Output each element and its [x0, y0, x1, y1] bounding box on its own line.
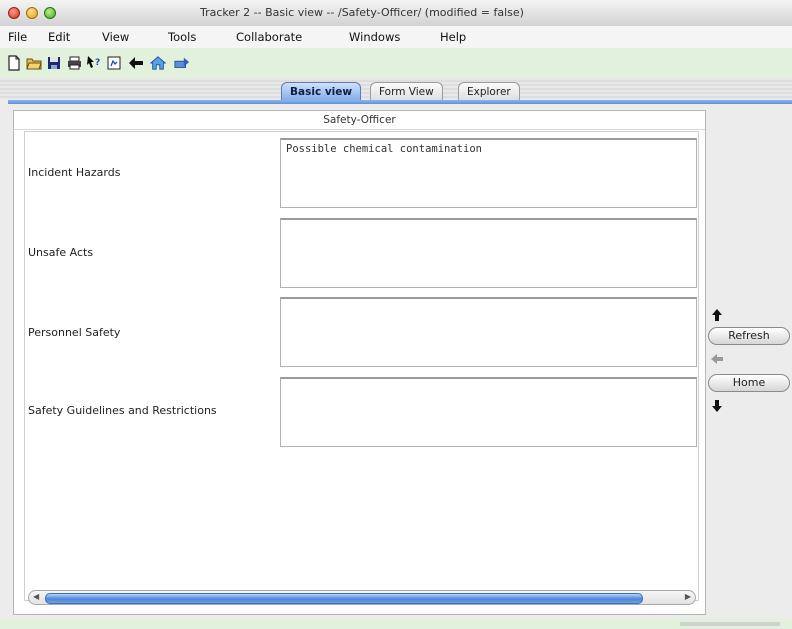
safety-guidelines-input[interactable]	[280, 377, 697, 447]
menu-collaborate[interactable]: Collaborate	[236, 30, 302, 44]
new-document-icon[interactable]	[6, 55, 22, 71]
horizontal-scrollbar[interactable]: ◀ ▶	[28, 590, 696, 605]
close-window-button[interactable]	[8, 7, 20, 19]
status-strip	[0, 619, 792, 629]
menu-windows[interactable]: Windows	[349, 30, 400, 44]
scroll-left-icon[interactable]: ◀	[33, 592, 39, 601]
minimize-window-button[interactable]	[26, 7, 38, 19]
forward-icon[interactable]	[174, 55, 190, 71]
menu-help[interactable]: Help	[440, 30, 466, 44]
field-label-unsafe-acts: Unsafe Acts	[28, 246, 94, 259]
incident-hazards-input[interactable]: Possible chemical contamination	[280, 138, 697, 208]
home-button[interactable]: Home	[708, 374, 790, 392]
field-label-incident-hazards: Incident Hazards	[28, 166, 121, 179]
arrow-up-icon[interactable]	[710, 308, 724, 322]
menu-edit[interactable]: Edit	[48, 30, 70, 44]
svg-text:?: ?	[95, 58, 100, 68]
open-folder-icon[interactable]	[26, 55, 42, 71]
field-label-safety-guidelines: Safety Guidelines and Restrictions	[28, 404, 217, 417]
tab-underline	[8, 100, 792, 104]
arrow-left-icon[interactable]	[710, 352, 724, 366]
arrow-down-icon[interactable]	[710, 399, 724, 413]
toolbar: ?	[0, 48, 792, 78]
scrollbar-thumb[interactable]	[45, 593, 643, 604]
tab-basic-view[interactable]: Basic view	[281, 82, 362, 102]
title-bar: Tracker 2 -- Basic view -- /Safety-Offic…	[0, 0, 792, 27]
tab-explorer[interactable]: Explorer	[458, 82, 520, 102]
scroll-right-icon[interactable]: ▶	[685, 592, 691, 601]
resize-grip[interactable]	[680, 622, 780, 626]
menu-view[interactable]: View	[102, 30, 129, 44]
menu-tools[interactable]: Tools	[168, 30, 196, 44]
info-icon[interactable]	[106, 55, 122, 71]
help-cursor-icon[interactable]: ?	[86, 55, 102, 71]
print-icon[interactable]	[66, 55, 82, 71]
refresh-button[interactable]: Refresh	[708, 327, 790, 345]
zoom-window-button[interactable]	[44, 7, 56, 19]
field-label-personnel-safety: Personnel Safety	[28, 326, 121, 339]
menu-bar: File Edit View Tools Collaborate Windows…	[0, 26, 792, 49]
menu-file[interactable]: File	[8, 30, 27, 44]
window-title: Tracker 2 -- Basic view -- /Safety-Offic…	[200, 6, 524, 19]
back-arrow-icon[interactable]	[128, 55, 144, 71]
personnel-safety-input[interactable]	[280, 297, 697, 367]
panel-title: Safety-Officer	[14, 111, 705, 130]
save-disk-icon[interactable]	[46, 55, 62, 71]
home-icon[interactable]	[150, 55, 166, 71]
tab-form-view[interactable]: Form View	[370, 82, 443, 102]
unsafe-acts-input[interactable]	[280, 218, 697, 288]
